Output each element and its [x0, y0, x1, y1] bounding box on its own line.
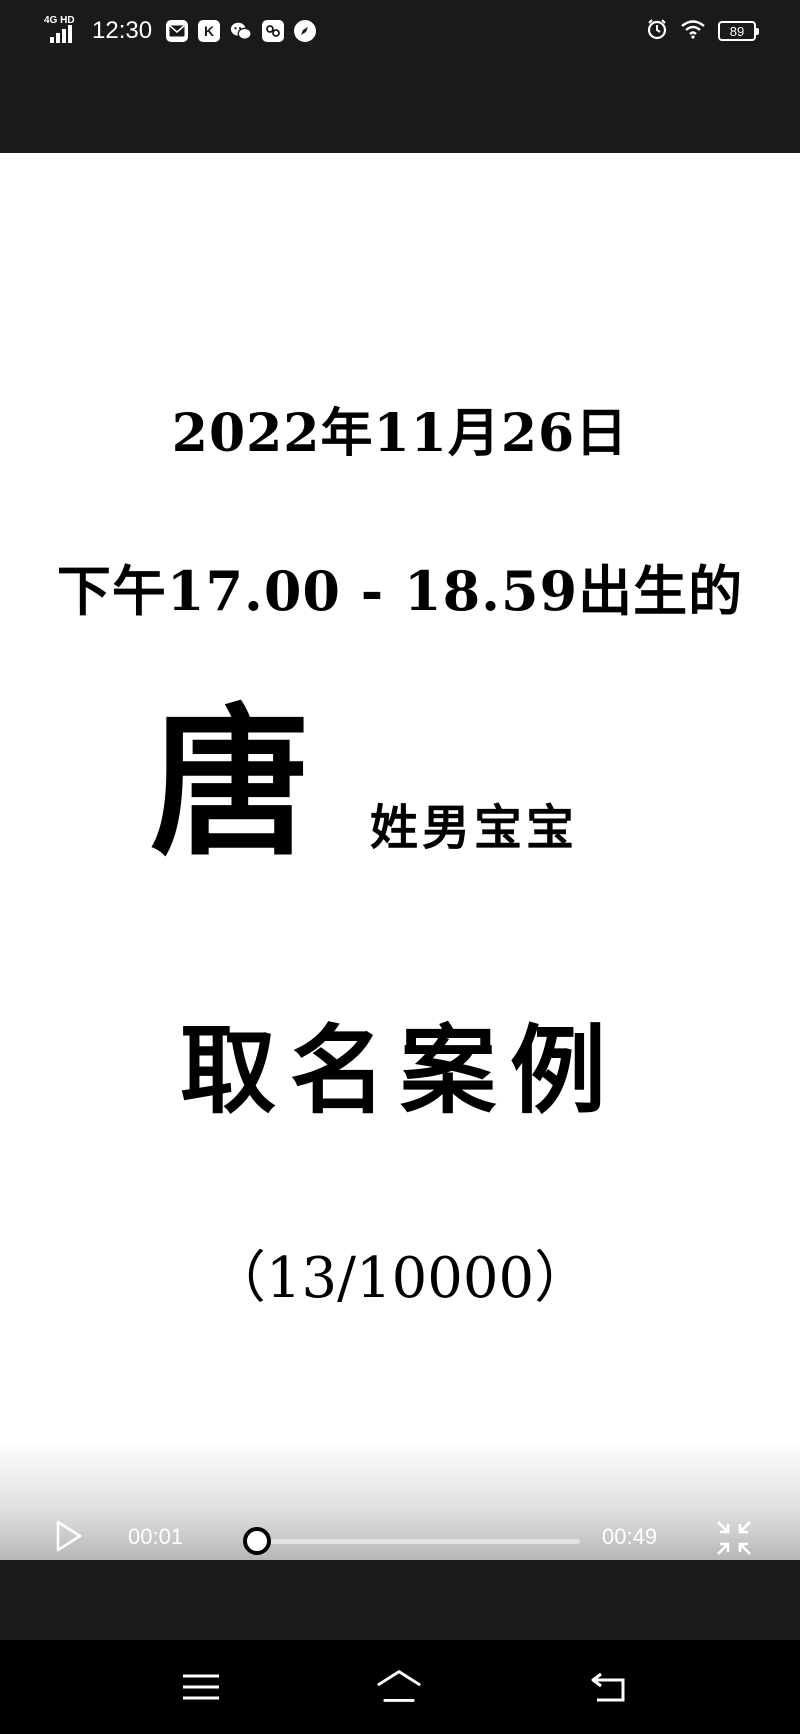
play-icon: [56, 1520, 82, 1552]
progress-handle[interactable]: [242, 1527, 271, 1555]
video-player[interactable]: 2022年11月26日 下午17.00 - 18.59出生的 唐 姓男宝宝 取名…: [0, 153, 800, 1560]
wechat-icon: [230, 20, 252, 42]
total-time: 00:49: [602, 1524, 658, 1549]
compass-icon: [294, 20, 317, 42]
video-controls: 00:01 00:49: [0, 1508, 800, 1568]
video-case-title: 取名案例: [180, 1014, 620, 1127]
back-icon: [591, 1672, 625, 1702]
status-left: 4G HD 12:30 K: [44, 14, 317, 48]
k-app-icon: K: [198, 20, 221, 42]
gallery-icon: [262, 20, 285, 42]
home-button[interactable]: [374, 1664, 424, 1710]
alarm-icon: [646, 18, 668, 44]
menu-icon: [183, 1674, 219, 1700]
bottom-band: [0, 1560, 800, 1640]
exit-fullscreen-button[interactable]: [714, 1518, 754, 1558]
video-case-count: （13/10000）: [209, 1246, 591, 1311]
progress-bar[interactable]: [242, 1527, 580, 1555]
signal-icon: 4G HD: [44, 15, 82, 45]
surname-subtitle: 姓男宝宝: [370, 800, 579, 856]
back-button[interactable]: [584, 1664, 634, 1710]
status-bar: 4G HD 12:30 K 89: [0, 0, 800, 153]
status-right: 89: [646, 18, 759, 44]
exit-fullscreen-icon: [717, 1521, 751, 1555]
surname-text: 唐: [150, 689, 311, 877]
status-time: 12:30: [92, 17, 153, 44]
menu-button[interactable]: [176, 1664, 226, 1710]
play-button[interactable]: [50, 1518, 86, 1554]
phone-screen: 4G HD 12:30 K 89 2022年11月26日 下午17.00 - 1…: [0, 0, 800, 1734]
video-time-text: 下午17.00 - 18.59出生的: [56, 559, 744, 623]
home-icon: [377, 1670, 421, 1702]
video-date-text: 2022年11月26日: [171, 403, 629, 464]
battery-icon: 89: [718, 21, 759, 41]
surname-block: 唐 姓男宝宝: [150, 698, 670, 878]
navigation-bar: [0, 1640, 800, 1734]
wifi-icon: [680, 19, 706, 43]
mail-icon: [166, 20, 189, 42]
current-time: 00:01: [128, 1524, 184, 1549]
